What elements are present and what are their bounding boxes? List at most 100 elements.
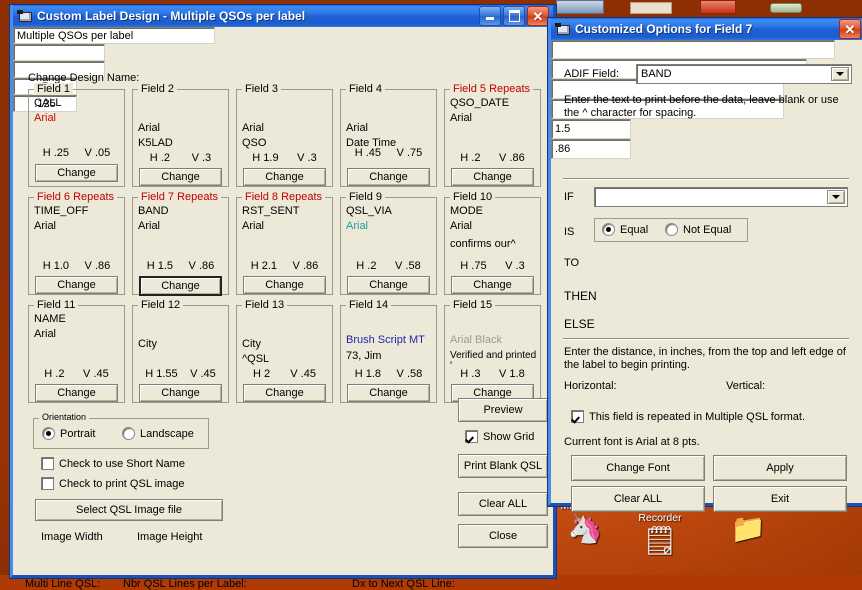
field-13-legend: Field 13 xyxy=(242,299,288,311)
main-window-body: Change Design Name: Multiple QSOs per la… xyxy=(13,27,553,590)
horizontal-input[interactable]: 1.5 xyxy=(551,119,631,139)
field-14-legend: Field 14 xyxy=(346,299,392,311)
field-7-v: V .86 xyxy=(188,260,215,272)
field-group-7: Field 7 Repeats BAND Arial H 1.5 V .86 Ch… xyxy=(132,191,229,296)
field-3-v: V .3 xyxy=(297,152,317,164)
divider-2 xyxy=(563,338,849,340)
field-2-h: H .2 xyxy=(149,152,170,164)
image-width-label: Image Width xyxy=(41,531,103,543)
prefix-input[interactable] xyxy=(551,40,835,59)
current-font-text: Current font is Arial at 8 pts. xyxy=(564,436,700,448)
field-group-11: Field 11 NAME Arial H .2 V .45 Change xyxy=(28,299,125,403)
field-10-line3: confirms our^ xyxy=(450,238,516,250)
clear-all-button[interactable]: Clear ALL xyxy=(458,492,548,516)
close-button[interactable]: ✕ xyxy=(527,6,549,26)
field-1-change-button[interactable]: Change xyxy=(35,164,118,182)
exit-button[interactable]: Exit xyxy=(713,486,847,512)
field-12-line2: City xyxy=(138,338,157,350)
field-group-8: Field 8 Repeats RST_SENT Arial H 2.1 V .8… xyxy=(236,191,333,295)
field-14-v: V .58 xyxy=(396,368,423,380)
field-15-line2: Verified and printed xyxy=(450,350,537,361)
options-dialog-titlebar[interactable]: Customized Options for Field 7 ✕ xyxy=(551,18,862,40)
maximize-button[interactable] xyxy=(503,6,525,26)
field-3-change-button[interactable]: Change xyxy=(243,168,326,186)
prefix-help-text: Enter the text to print before the data,… xyxy=(564,94,839,119)
checkbox-repeat-multiple-qsl[interactable]: This field is repeated in Multiple QSL f… xyxy=(571,410,805,423)
field-6-v: V .86 xyxy=(84,260,111,272)
field-3-h: H 1.9 xyxy=(252,152,279,164)
close-main-button[interactable]: Close xyxy=(458,524,548,548)
divider-1 xyxy=(563,178,849,180)
field-6-change-button[interactable]: Change xyxy=(35,276,118,294)
is-label: IS xyxy=(564,226,575,238)
field-4-v: V .75 xyxy=(396,147,423,159)
distance-help-text: Enter the distance, in inches, from the … xyxy=(564,346,846,371)
radio-landscape[interactable]: Landscape xyxy=(122,427,194,440)
field-4-line1: Arial xyxy=(346,122,369,134)
vertical-input[interactable]: .86 xyxy=(551,139,631,159)
desktop-icon-partial-2[interactable] xyxy=(630,2,672,14)
field-13-change-button[interactable]: Change xyxy=(243,384,326,402)
radio-portrait[interactable]: Portrait xyxy=(42,427,95,440)
dx-next-qsl-line-label: Dx to Next QSL Line: xyxy=(352,578,455,590)
field-15-h: H .3 xyxy=(460,368,481,380)
field-4-legend: Field 4 xyxy=(346,83,386,95)
select-qsl-image-file-button[interactable]: Select QSL Image file xyxy=(35,499,223,521)
field-1-line2: Arial xyxy=(34,112,57,124)
design-name-input[interactable]: Multiple QSOs per label xyxy=(13,27,215,44)
if-select[interactable] xyxy=(594,187,848,207)
print-blank-qsl-button[interactable]: Print Blank QSL xyxy=(458,454,548,478)
field-3-line2: QSO xyxy=(242,137,267,149)
field-9-v: V .58 xyxy=(395,260,421,272)
field-15-legend: Field 15 xyxy=(450,299,496,311)
checkbox-show-grid-box xyxy=(465,430,478,443)
radio-equal[interactable]: Equal xyxy=(602,223,648,236)
field-11-change-button[interactable]: Change xyxy=(35,384,118,402)
radio-not-equal-indicator xyxy=(665,223,678,236)
field-2-change-button[interactable]: Change xyxy=(139,168,222,186)
minimize-button[interactable] xyxy=(479,6,501,26)
chevron-down-icon[interactable] xyxy=(827,190,845,204)
desktop-icon-partial-3[interactable] xyxy=(700,0,736,14)
field-4-change-button[interactable]: Change xyxy=(347,168,430,186)
checkbox-short-name-label: Check to use Short Name xyxy=(59,457,185,470)
field-1-h: H .25 xyxy=(42,147,70,159)
field-1-legend: Field 1 xyxy=(34,83,74,95)
field-8-change-button[interactable]: Change xyxy=(243,276,326,294)
checkbox-show-grid[interactable]: Show Grid xyxy=(465,430,534,443)
field-8-legend: Field 8 Repeats xyxy=(242,191,326,203)
apply-button[interactable]: Apply xyxy=(713,455,847,481)
checkbox-print-qsl-image[interactable]: Check to print QSL image xyxy=(41,477,185,490)
to-label: TO xyxy=(564,257,580,269)
options-close-button[interactable]: ✕ xyxy=(839,19,861,39)
field-10-change-button[interactable]: Change xyxy=(451,276,534,294)
field-group-2: Field 2 Arial K5LAD H .2 V .3 Change xyxy=(132,83,229,187)
options-clear-all-button[interactable]: Clear ALL xyxy=(571,486,705,512)
checkbox-repeat-label: This field is repeated in Multiple QSL f… xyxy=(589,410,806,423)
multi-line-qsl-label: Multi Line QSL: xyxy=(25,578,101,590)
folder-icon: 📁 xyxy=(730,513,766,544)
desktop-icon-partial-1[interactable] xyxy=(556,0,604,14)
radio-not-equal[interactable]: Not Equal xyxy=(665,223,731,236)
desktop-icon-partial-4[interactable] xyxy=(770,3,802,13)
field-7-change-button[interactable]: Change xyxy=(139,276,222,296)
main-window-titlebar[interactable]: Custom Label Design - Multiple QSOs per … xyxy=(13,5,553,27)
checkbox-short-name[interactable]: Check to use Short Name xyxy=(41,457,185,470)
field-5-change-button[interactable]: Change xyxy=(451,168,534,186)
else-label: ELSE xyxy=(564,317,595,331)
field-12-change-button[interactable]: Change xyxy=(139,384,222,402)
field-9-line2: Arial xyxy=(346,220,369,232)
field-12-legend: Field 12 xyxy=(138,299,184,311)
field-9-change-button[interactable]: Change xyxy=(347,276,430,294)
adif-field-select[interactable]: BAND xyxy=(636,64,852,84)
field-11-line1: NAME xyxy=(34,313,66,325)
preview-button[interactable]: Preview xyxy=(458,398,548,422)
chevron-down-icon[interactable] xyxy=(831,67,849,81)
change-font-button[interactable]: Change Font xyxy=(571,455,705,481)
field-2-line1: Arial xyxy=(138,122,161,134)
image-width-input[interactable] xyxy=(13,44,105,61)
unicorn-icon: 🦄 xyxy=(567,513,603,544)
radio-portrait-indicator xyxy=(42,427,55,440)
adif-field-label: ADIF Field: xyxy=(564,68,620,80)
field-14-change-button[interactable]: Change xyxy=(347,384,430,402)
